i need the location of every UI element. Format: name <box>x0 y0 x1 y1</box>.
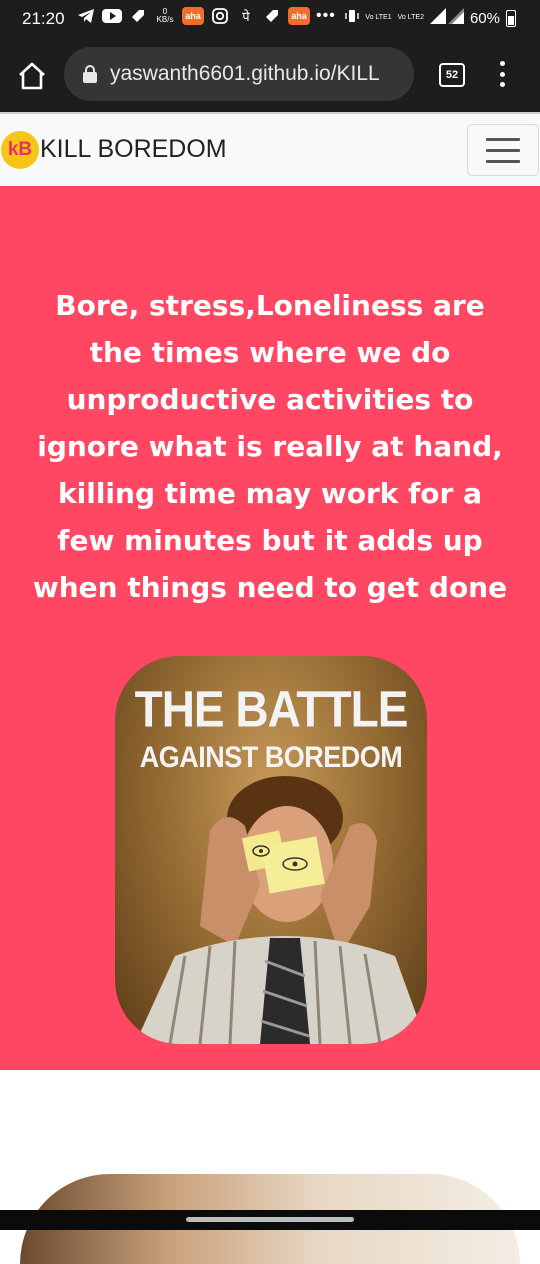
net-speed-unit: KB/s <box>156 15 174 24</box>
battery-percent: 60% <box>469 9 500 27</box>
system-status: Vo LTE1 Vo LTE2 60% <box>345 8 516 28</box>
vibrate-icon <box>345 9 359 27</box>
notification-icons: 0 KB/s aha पे aha ••• <box>76 6 336 26</box>
browser-toolbar: yaswanth6601.github.io/KILL 52 <box>0 38 540 112</box>
battery-icon <box>506 9 516 27</box>
home-icon <box>19 62 45 90</box>
aha-app-icon-2: aha <box>288 7 310 25</box>
url-text: yaswanth6601.github.io/KILL <box>110 62 380 85</box>
instagram-icon <box>210 6 230 26</box>
battle-against-boredom-image: THE BATTLE AGAINST BOREDOM <box>115 656 427 1044</box>
content-section <box>0 1070 540 1264</box>
network-lte1: Vo LTE1 <box>365 14 392 21</box>
gesture-navigation-bar[interactable] <box>0 1210 540 1230</box>
tabs-button[interactable]: 52 <box>439 63 465 87</box>
site-logo[interactable]: kB <box>1 131 39 169</box>
lock-icon <box>83 65 97 83</box>
tag-icon-2 <box>262 6 282 26</box>
home-button[interactable] <box>14 58 50 94</box>
hero-text: Bore, stress,Loneliness are the times wh… <box>32 289 508 604</box>
address-bar[interactable]: yaswanth6601.github.io/KILL <box>64 47 414 101</box>
more-notifications-icon: ••• <box>316 7 336 24</box>
youtube-icon <box>102 6 122 26</box>
status-bar: 21:20 0 KB/s aha पे aha ••• Vo LTE1 Vo LT… <box>0 0 540 38</box>
site-navbar: kB KILL BOREDOM <box>0 112 540 186</box>
phonepe-icon: पे <box>242 9 250 24</box>
tag-icon <box>128 6 148 26</box>
net-speed: 0 KB/s <box>154 8 176 24</box>
gesture-handle[interactable] <box>186 1217 354 1222</box>
bored-man-illustration <box>135 776 427 1044</box>
telegram-icon <box>76 6 96 26</box>
site-brand[interactable]: KILL BOREDOM <box>40 135 227 164</box>
signal-icon <box>429 8 464 28</box>
hero-section: Bore, stress,Loneliness are the times wh… <box>0 186 540 1070</box>
network-lte2: Vo LTE2 <box>397 14 424 21</box>
aha-app-icon: aha <box>182 7 204 25</box>
overflow-menu-icon[interactable] <box>494 61 510 87</box>
status-time: 21:20 <box>22 9 65 28</box>
hamburger-icon[interactable] <box>467 124 539 176</box>
